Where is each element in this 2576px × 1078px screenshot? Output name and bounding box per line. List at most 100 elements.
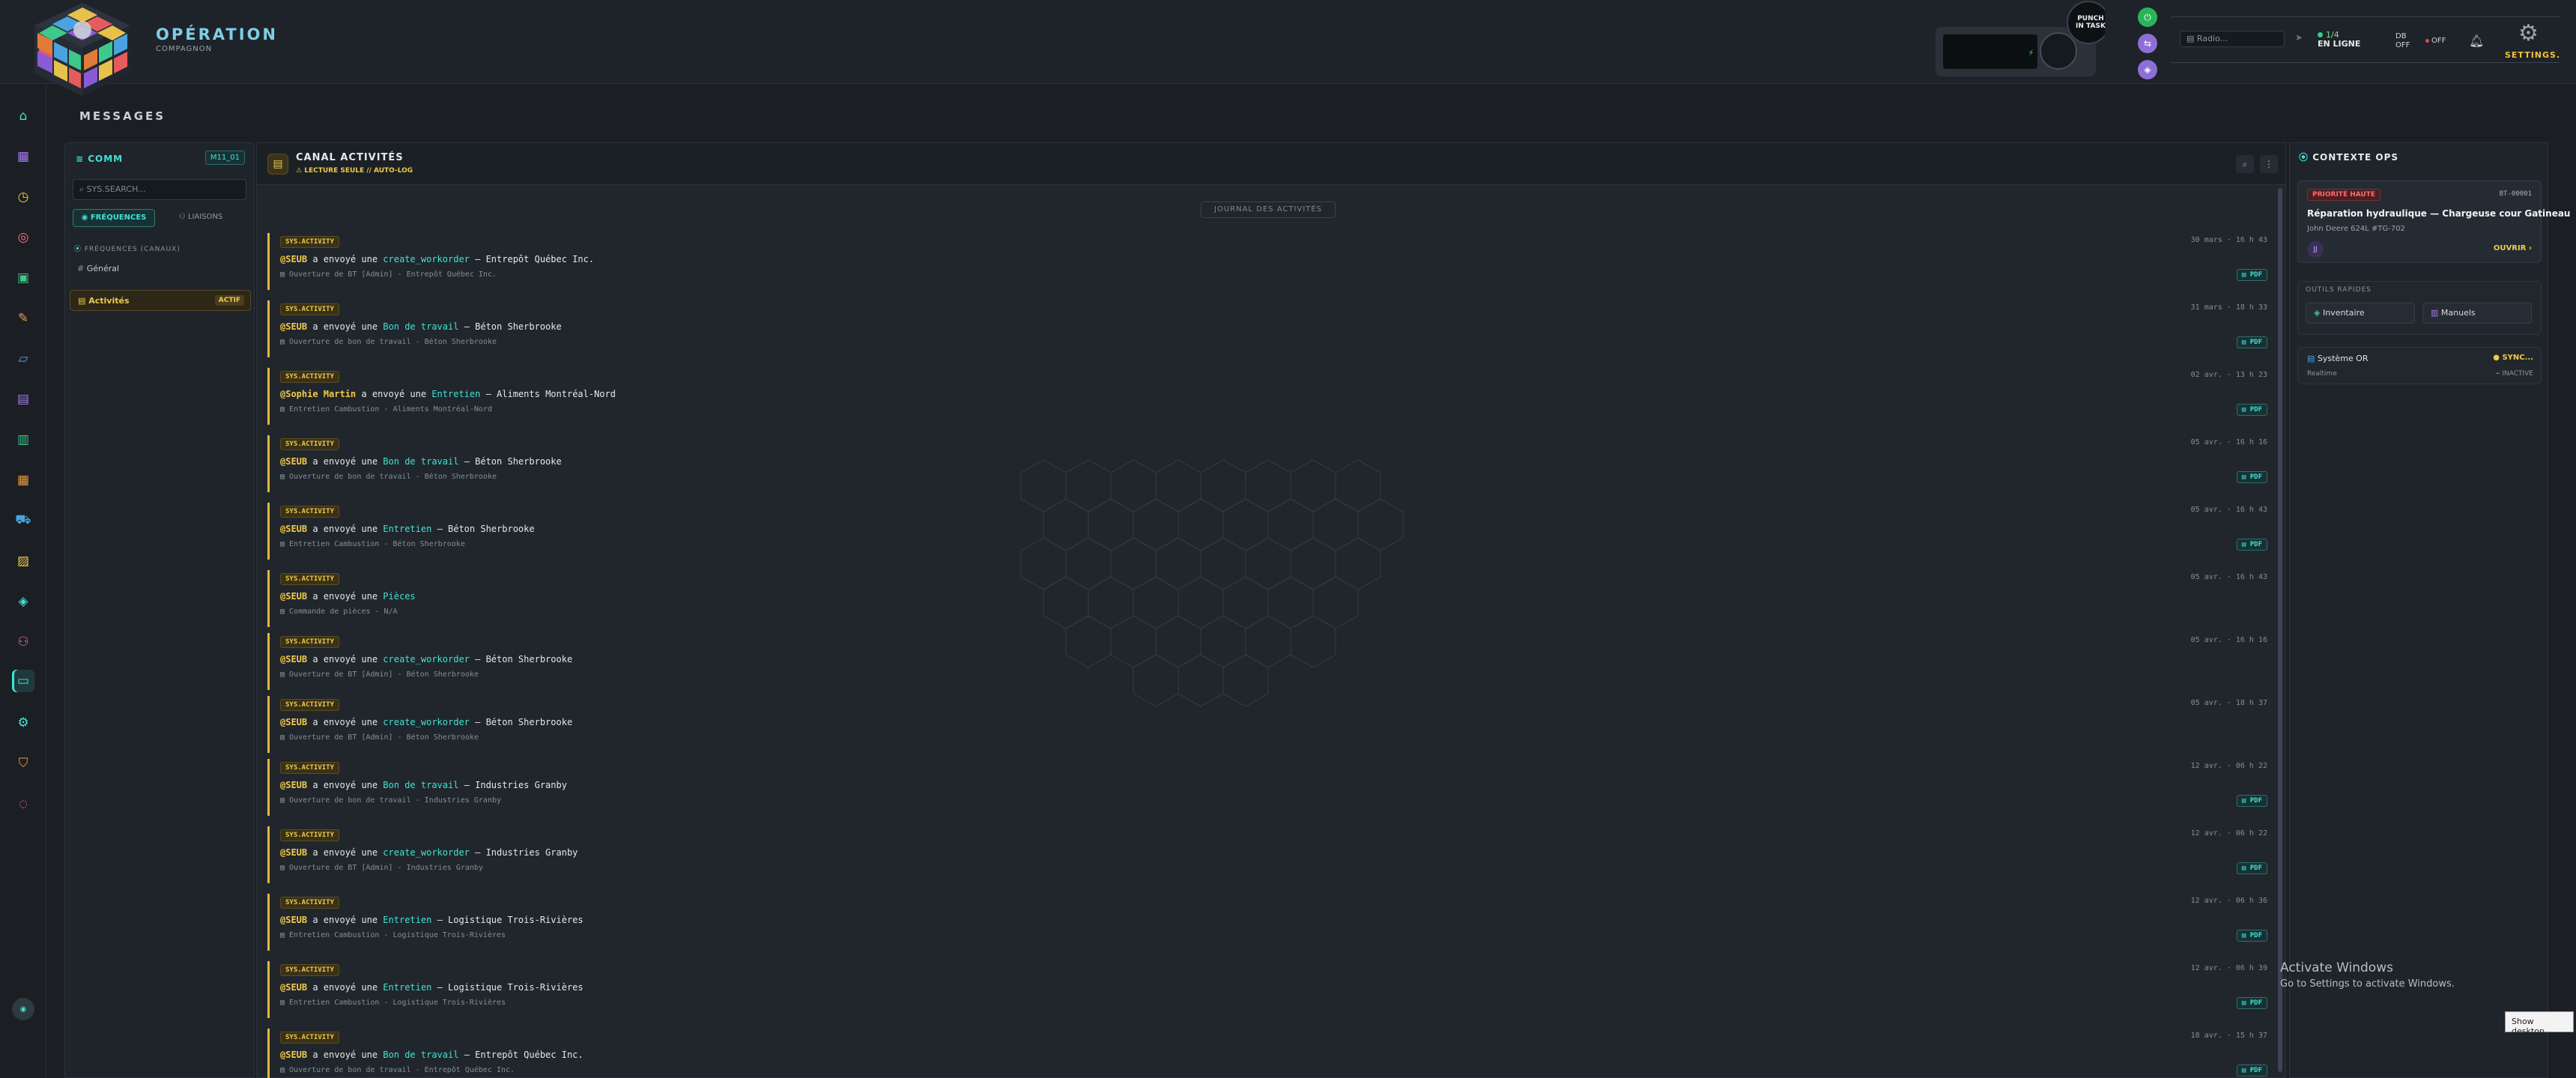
activity-message[interactable]: SYS.ACTIVITY 18 avr. · 15 h 37 ▤ Ouverture…: [267, 1029, 2267, 1078]
shield-icon[interactable]: ⛉: [12, 752, 34, 775]
message-target: — Aliments Montréal-Nord: [485, 389, 616, 399]
message-target: — Logistique Trois-Rivières: [437, 915, 584, 925]
activity-message[interactable]: SYS.ACTIVITY 02 avr. · 13 h 23 ▤ Entretien…: [267, 368, 2267, 425]
settings-label[interactable]: SETTINGS.: [2505, 50, 2560, 60]
cube-status-icon[interactable]: ◈: [2138, 60, 2157, 79]
pdf-button[interactable]: ▤ PDF: [2236, 795, 2267, 807]
message-author[interactable]: @SEUB: [280, 982, 307, 993]
activity-message[interactable]: SYS.ACTIVITY 12 avr. · 06 h 22 ▤ Ouverture…: [267, 759, 2267, 816]
power-icon[interactable]: ⏻: [2138, 7, 2157, 27]
channel-general[interactable]: # Général: [70, 258, 251, 279]
active-badge: ACTIF: [214, 295, 244, 306]
comm-badge: M11_01: [204, 151, 245, 165]
activity-tag: SYS.ACTIVITY: [280, 964, 340, 976]
message-target: — Entrepôt Québec Inc.: [464, 1050, 584, 1060]
pdf-button[interactable]: ▤ PDF: [2236, 336, 2267, 348]
message-author[interactable]: @SEUB: [280, 456, 307, 467]
radio-select[interactable]: ▤ Radio...: [2180, 31, 2285, 47]
message-author[interactable]: @SEUB: [280, 321, 307, 332]
channel-activites[interactable]: ▤ Activités ACTIF: [70, 290, 251, 311]
clipboard-icon[interactable]: ▣: [12, 267, 34, 289]
activity-message[interactable]: SYS.ACTIVITY 05 avr. · 16 h 43 ▤ Commande …: [267, 570, 2267, 627]
feed-scrollbar[interactable]: [2278, 188, 2282, 1072]
message-author[interactable]: @SEUB: [280, 915, 307, 925]
activity-tag: SYS.ACTIVITY: [280, 636, 340, 648]
status-indicators: ⏻ ⇆ ◈: [2138, 7, 2160, 86]
pdf-button[interactable]: ▤ PDF: [2236, 930, 2267, 942]
activity-message[interactable]: SYS.ACTIVITY 05 avr. · 18 h 37 ▤ Ouverture…: [267, 696, 2267, 753]
pdf-button[interactable]: ▤ PDF: [2236, 1065, 2267, 1077]
feed-scrollbar-thumb[interactable]: [2278, 188, 2282, 1072]
message-verb: a envoyé une: [312, 456, 378, 467]
truck-icon[interactable]: ⛟: [12, 509, 34, 532]
bell-icon[interactable]: 🔔︎: [2469, 34, 2484, 48]
calendar-icon[interactable]: ▦: [12, 469, 34, 491]
inventory-button[interactable]: ◈ Inventaire: [2306, 303, 2415, 324]
wrench-icon[interactable]: ✎: [12, 307, 34, 330]
pdf-button[interactable]: ▤ PDF: [2236, 539, 2267, 551]
package-icon[interactable]: ◈: [12, 590, 34, 613]
pdf-icon: ▤: [2241, 797, 2250, 805]
message-detail: ▤ Ouverture de bon de travail - Entrepôt…: [280, 1066, 515, 1074]
activity-message[interactable]: SYS.ACTIVITY 30 mars · 16 h 43 ▤ Ouverture…: [267, 233, 2267, 290]
channel-header: ▤ CANAL ACTIVITÉS ⚠ LECTURE SEULE // AUT…: [257, 143, 2285, 185]
message-author[interactable]: @SEUB: [280, 591, 307, 602]
tab-liaisons[interactable]: ⚇ LIAISONS: [160, 209, 242, 227]
manuals-button[interactable]: ▥ Manuels: [2422, 303, 2532, 324]
pdf-button[interactable]: ▤ PDF: [2236, 471, 2267, 483]
more-options-icon[interactable]: ⋮: [2260, 155, 2278, 173]
activity-message[interactable]: SYS.ACTIVITY 05 avr. · 16 h 16 ▤ Ouverture…: [267, 633, 2267, 690]
building-icon[interactable]: ▨: [12, 550, 34, 572]
message-target: — Béton Sherbrooke: [437, 524, 535, 534]
activity-message[interactable]: SYS.ACTIVITY 05 avr. · 16 h 43 ▤ Entretien…: [267, 503, 2267, 560]
channel-search-icon[interactable]: ⌕: [2236, 155, 2254, 173]
message-author[interactable]: @SEUB: [280, 1050, 307, 1060]
activity-message[interactable]: SYS.ACTIVITY 12 avr. · 06 h 22 ▤ Ouverture…: [267, 826, 2267, 883]
settings-icon[interactable]: ⚙: [12, 712, 34, 734]
pdf-button[interactable]: ▤ PDF: [2236, 862, 2267, 874]
pdf-button[interactable]: ▤ PDF: [2236, 997, 2267, 1009]
priority-workorder-card[interactable]: PRIORITÉ HAUTE BT-00001 Réparation hydra…: [2297, 181, 2570, 263]
channel-title: CANAL ACTIVITÉS: [296, 152, 404, 163]
channel-search-input[interactable]: ⌕ SYS.SEARCH...: [73, 179, 246, 200]
pdf-button[interactable]: ▤ PDF: [2236, 269, 2267, 281]
open-workorder-button[interactable]: OUVRIR ›: [2494, 244, 2532, 252]
home-icon[interactable]: ⌂: [12, 105, 34, 127]
message-text: @SEUB a envoyé une Bon de travail — Entr…: [280, 1050, 584, 1060]
link-icon[interactable]: ⇆: [2138, 34, 2157, 53]
message-timestamp: 05 avr. · 16 h 43: [2190, 506, 2267, 514]
message-target: — Industries Granby: [464, 780, 567, 790]
activity-message[interactable]: SYS.ACTIVITY 05 avr. · 16 h 16 ▤ Ouverture…: [267, 435, 2267, 492]
pdf-button[interactable]: ▤ PDF: [2236, 404, 2267, 416]
activity-message[interactable]: SYS.ACTIVITY 12 avr. · 06 h 39 ▤ Entretien…: [267, 961, 2267, 1018]
dashboard-icon[interactable]: ▦: [12, 145, 34, 168]
activity-message[interactable]: SYS.ACTIVITY 31 mars · 18 h 33 ▤ Ouverture…: [267, 300, 2267, 357]
message-author[interactable]: @SEUB: [280, 254, 307, 264]
message-author[interactable]: @SEUB: [280, 780, 307, 790]
send-arrow-icon[interactable]: ➤: [2295, 32, 2303, 43]
message-detail: ▤ Ouverture de BT [Admin] - Industries G…: [280, 864, 483, 872]
message-author[interactable]: @Sophie Martin: [280, 389, 356, 399]
message-author[interactable]: @SEUB: [280, 717, 307, 727]
punch-in-device[interactable]: ⚡: [1933, 0, 2105, 81]
document-icon[interactable]: ▤: [12, 388, 34, 411]
settings-gear-icon[interactable]: ⚙: [2518, 20, 2539, 46]
message-author[interactable]: @SEUB: [280, 524, 307, 534]
target-icon[interactable]: ◎: [12, 226, 34, 249]
activity-message[interactable]: SYS.ACTIVITY 12 avr. · 06 h 36 ▤ Entretien…: [267, 894, 2267, 951]
report-icon[interactable]: ▥: [12, 429, 34, 451]
tab-frequences[interactable]: ◉ FRÉQUENCES: [73, 209, 155, 227]
clock-icon[interactable]: ◷: [12, 186, 34, 208]
message-author[interactable]: @SEUB: [280, 654, 307, 664]
pdf-icon: ▤: [2241, 473, 2250, 481]
user-avatar-icon[interactable]: ◉: [12, 998, 34, 1020]
messages-icon[interactable]: ▭: [12, 670, 34, 692]
message-author[interactable]: @SEUB: [280, 847, 307, 858]
eye-off-icon[interactable]: ◌: [12, 793, 34, 815]
map-icon[interactable]: ▱: [12, 348, 34, 370]
punch-in-label[interactable]: PUNCH IN TASK: [2073, 15, 2108, 30]
message-type: Pièces: [383, 591, 416, 602]
comm-sidebar: ≋ COMM M11_01 ⌕ SYS.SEARCH... ◉ FRÉQUENC…: [64, 142, 255, 1078]
rubik-cube-logo[interactable]: [30, 0, 135, 97]
users-icon[interactable]: ⚇: [12, 631, 34, 653]
